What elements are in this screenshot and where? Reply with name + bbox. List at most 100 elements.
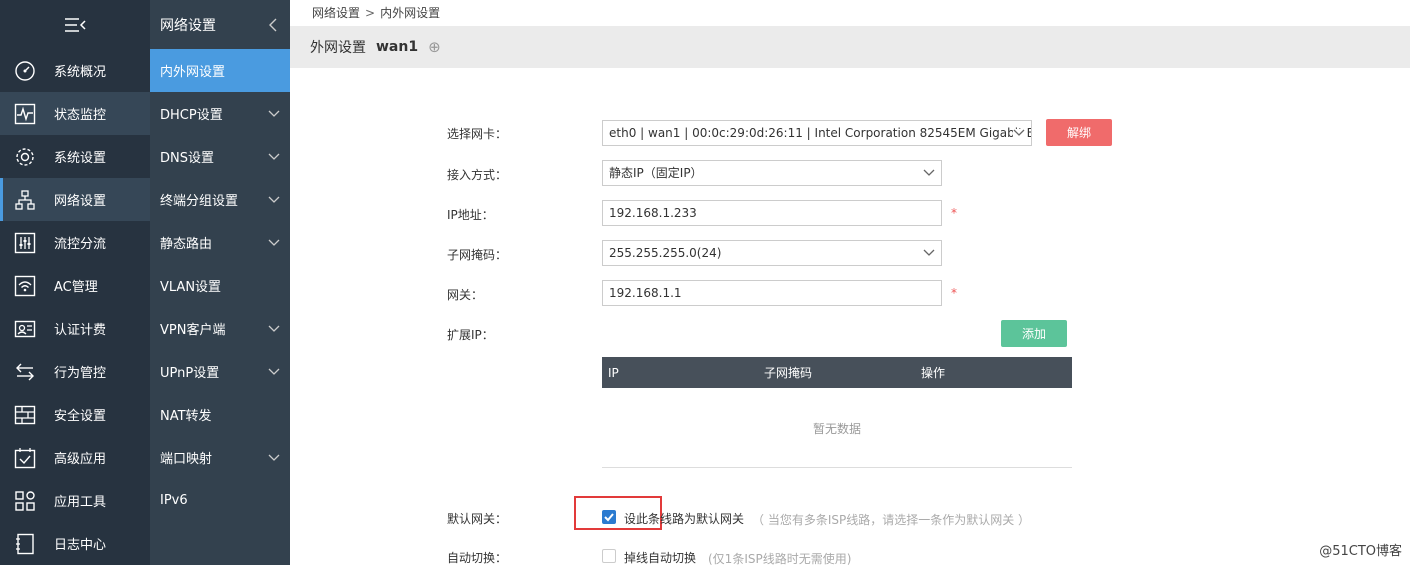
collapse-menu-button[interactable] (0, 0, 150, 49)
wifi-icon (14, 275, 36, 297)
subnav-item-label: DNS设置 (160, 151, 214, 166)
chevron-down-icon (268, 110, 280, 117)
chevron-down-icon (268, 368, 280, 375)
sidebar-item-advanced[interactable]: 高级应用 (0, 436, 150, 479)
default-gateway-checkbox[interactable] (602, 510, 616, 524)
sidebar-item-label: 安全设置 (54, 409, 107, 424)
chevron-down-icon (923, 249, 935, 256)
gear-icon (14, 146, 36, 168)
gateway-input[interactable]: 192.168.1.1 (602, 280, 942, 306)
table-empty-text: 暂无数据 (812, 422, 861, 436)
chevron-down-icon (268, 196, 280, 203)
chevron-down-icon (268, 239, 280, 246)
subnav-item-label: VLAN设置 (160, 280, 222, 295)
default-gateway-text: 设此条线路为默认网关 (624, 512, 745, 526)
ext-ip-table-header: IP 子网掩码 操作 (602, 357, 1072, 388)
ip-input[interactable]: 192.168.1.233 (602, 200, 942, 226)
sidebar-item-network[interactable]: 网络设置 (0, 178, 150, 221)
subnav-item-dhcp[interactable]: DHCP设置 (150, 92, 290, 135)
subnav-item-terminal-group[interactable]: 终端分组设置 (150, 178, 290, 221)
menu-collapse-icon (65, 17, 86, 32)
sidebar-item-label: 流控分流 (54, 237, 107, 252)
subnav-item-label: UPnP设置 (160, 366, 220, 381)
sidebar-item-monitor[interactable]: 状态监控 (0, 92, 150, 135)
checkmark-icon (604, 513, 614, 522)
gateway-input-value: 192.168.1.1 (609, 286, 682, 300)
ip-input-value: 192.168.1.233 (609, 206, 697, 220)
subnav-item-port-mapping[interactable]: 端口映射 (150, 436, 290, 479)
sidebar-item-label: 行为管控 (54, 366, 107, 381)
gateway-label: 网关： (447, 288, 484, 302)
sidebar-item-label: 系统设置 (54, 151, 107, 166)
swap-arrows-icon (14, 361, 36, 383)
chevron-left-icon[interactable] (268, 18, 278, 32)
chevron-down-icon (268, 153, 280, 160)
sidebar-item-logs[interactable]: 日志中心 (0, 522, 150, 565)
mask-select[interactable]: 255.255.255.0(24) (602, 240, 942, 266)
add-wan-icon[interactable]: ⊕ (428, 38, 441, 56)
subnav-item-label: 静态路由 (160, 237, 213, 252)
check-calendar-icon (14, 447, 36, 469)
subnav-item-label: 内外网设置 (160, 65, 226, 80)
add-ext-ip-button[interactable]: 添加 (1001, 320, 1067, 347)
subnav-item-label: DHCP设置 (160, 108, 223, 123)
subnav-item-static-route[interactable]: 静态路由 (150, 221, 290, 264)
section-title-bar: 外网设置 wan1 ⊕ (290, 26, 1410, 68)
auto-switch-hint: (仅1条ISP线路时无需使用) (708, 552, 852, 565)
subnav-item-ipv6[interactable]: IPv6 (150, 479, 290, 522)
subnav-item-dns[interactable]: DNS设置 (150, 135, 290, 178)
ip-label: IP地址： (447, 208, 494, 222)
nic-label: 选择网卡： (447, 127, 508, 141)
subnav-item-vlan[interactable]: VLAN设置 (150, 264, 290, 307)
table-header-action: 操作 (921, 366, 946, 380)
sidebar-item-auth[interactable]: 认证计费 (0, 307, 150, 350)
breadcrumb: 网络设置 > 内外网设置 (290, 0, 1410, 26)
access-mode-select[interactable]: 静态IP（固定IP） (602, 160, 942, 186)
nic-select[interactable]: eth0 | wan1 | 00:0c:29:0d:26:11 | Intel … (602, 120, 1032, 146)
default-gateway-label: 默认网关： (447, 512, 508, 526)
id-card-icon (14, 318, 36, 340)
sidebar-item-behavior[interactable]: 行为管控 (0, 350, 150, 393)
unbind-button[interactable]: 解绑 (1046, 119, 1112, 146)
sidebar-item-label: AC管理 (54, 280, 98, 295)
sidebar-item-label: 状态监控 (54, 108, 107, 123)
mask-label: 子网掩码： (447, 248, 508, 262)
watermark: @51CTO博客 (1319, 544, 1402, 559)
access-mode-label: 接入方式： (447, 168, 508, 182)
subnav-item-lan-wan[interactable]: 内外网设置 (150, 49, 290, 92)
subnav-item-nat[interactable]: NAT转发 (150, 393, 290, 436)
sidebar-item-system[interactable]: 系统设置 (0, 135, 150, 178)
subnav-item-vpn-client[interactable]: VPN客户端 (150, 307, 290, 350)
wan-name: wan1 (376, 39, 419, 55)
sidebar-item-tools[interactable]: 应用工具 (0, 479, 150, 522)
unbind-button-label: 解绑 (1066, 126, 1091, 140)
sidebar-item-overview[interactable]: 系统概况 (0, 49, 150, 92)
main-content: 网络设置 > 内外网设置 外网设置 wan1 ⊕ 选择网卡： eth0 | wan1… (290, 0, 1410, 565)
subnav-item-label: VPN客户端 (160, 323, 226, 338)
table-header-mask: 子网掩码 (764, 366, 813, 380)
sidebar-item-security[interactable]: 安全设置 (0, 393, 150, 436)
subnav-item-label: NAT转发 (160, 409, 212, 424)
chevron-down-icon (1013, 129, 1025, 137)
gauge-icon (14, 60, 36, 82)
sliders-icon (14, 232, 36, 254)
breadcrumb-separator: > (365, 6, 376, 20)
auto-switch-text: 掉线自动切换 (624, 551, 697, 565)
subnav-item-label: IPv6 (160, 493, 188, 508)
mask-select-value: 255.255.255.0(24) (609, 246, 722, 260)
main-sidebar: 系统概况 状态监控 系统设置 网络设置 流控分流 AC管理 认证计费 行为管控 … (0, 0, 150, 565)
auto-switch-checkbox[interactable] (602, 549, 616, 563)
subnav-header: 网络设置 (150, 0, 290, 49)
nic-select-value: eth0 | wan1 | 00:0c:29:0d:26:11 | Intel … (609, 126, 1032, 140)
auto-switch-label: 自动切换： (447, 551, 508, 565)
breadcrumb-parent[interactable]: 网络设置 (312, 6, 360, 20)
chevron-down-icon (268, 325, 280, 332)
sidebar-item-flow[interactable]: 流控分流 (0, 221, 150, 264)
firewall-icon (14, 404, 36, 426)
chevron-down-icon (923, 169, 935, 176)
table-divider (602, 467, 1072, 468)
subnav-item-upnp[interactable]: UPnP设置 (150, 350, 290, 393)
ext-ip-label: 扩展IP： (447, 328, 494, 342)
sidebar-item-label: 系统概况 (54, 65, 107, 80)
sidebar-item-ac[interactable]: AC管理 (0, 264, 150, 307)
